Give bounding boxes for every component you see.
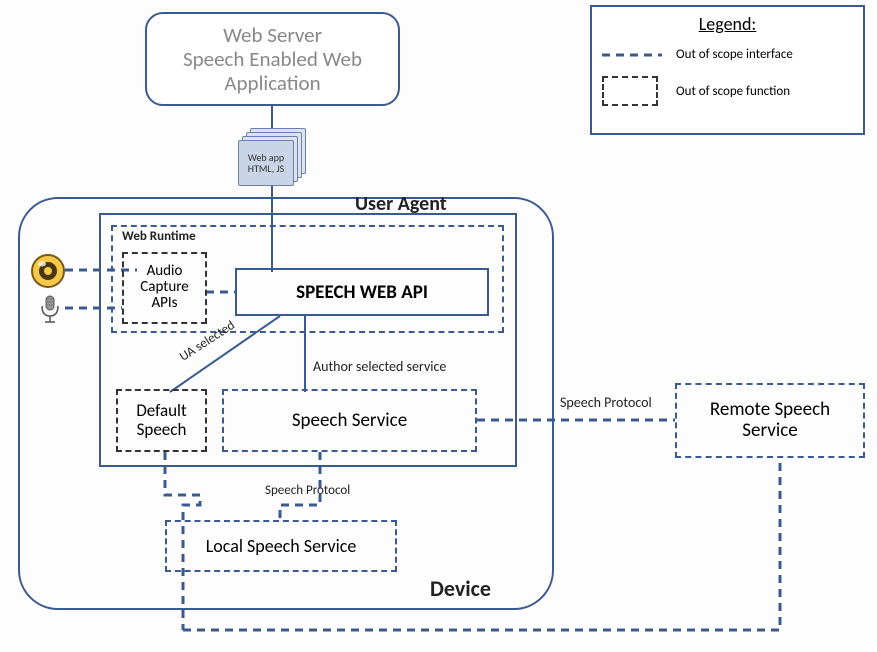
- speech-service-label: Speech Service: [292, 409, 407, 432]
- web-server-line2: Speech Enabled Web: [183, 47, 362, 71]
- default-speech-line1: Default: [136, 402, 186, 421]
- local-speech-service-label: Local Speech Service: [206, 535, 357, 557]
- legend-title: Legend:: [602, 13, 853, 35]
- legend-dashed-line-icon: [602, 50, 662, 60]
- legend-function-label: Out of scope function: [676, 84, 790, 99]
- audio-capture-box: Audio Capture APIs: [122, 252, 207, 324]
- microphone-icon: [38, 294, 62, 326]
- default-speech-line2: Speech: [137, 421, 187, 440]
- webapp-doc-line2: HTML, JS: [248, 163, 284, 174]
- speech-web-api-label: SPEECH WEB API: [296, 281, 428, 304]
- web-server-line3: Application: [224, 71, 320, 95]
- remote-speech-line1: Remote Speech: [710, 400, 830, 421]
- speech-protocol-remote-label: Speech Protocol: [560, 394, 652, 411]
- remote-speech-line2: Service: [742, 421, 797, 442]
- speech-service-box: Speech Service: [222, 389, 477, 452]
- web-runtime-label: Web Runtime: [122, 229, 196, 244]
- web-server-line1: Web Server: [223, 23, 322, 47]
- default-speech-box: Default Speech: [116, 389, 207, 452]
- legend-box: Legend: Out of scope interface Out of sc…: [590, 5, 865, 135]
- author-selected-label: Author selected service: [313, 358, 446, 375]
- legend-dashed-box-icon: [602, 76, 658, 106]
- legend-interface-label: Out of scope interface: [676, 47, 793, 62]
- speech-protocol-local-label: Speech Protocol: [265, 483, 350, 498]
- speaker-icon: [30, 253, 66, 289]
- local-speech-service-box: Local Speech Service: [165, 520, 397, 572]
- audio-capture-line3: APIs: [151, 296, 177, 312]
- remote-speech-service-box: Remote Speech Service: [675, 383, 865, 458]
- speech-web-api-box: SPEECH WEB API: [235, 268, 489, 316]
- device-label: Device: [430, 575, 491, 602]
- user-agent-label: User Agent: [355, 192, 447, 216]
- web-server-box: Web Server Speech Enabled Web Applicatio…: [145, 12, 400, 106]
